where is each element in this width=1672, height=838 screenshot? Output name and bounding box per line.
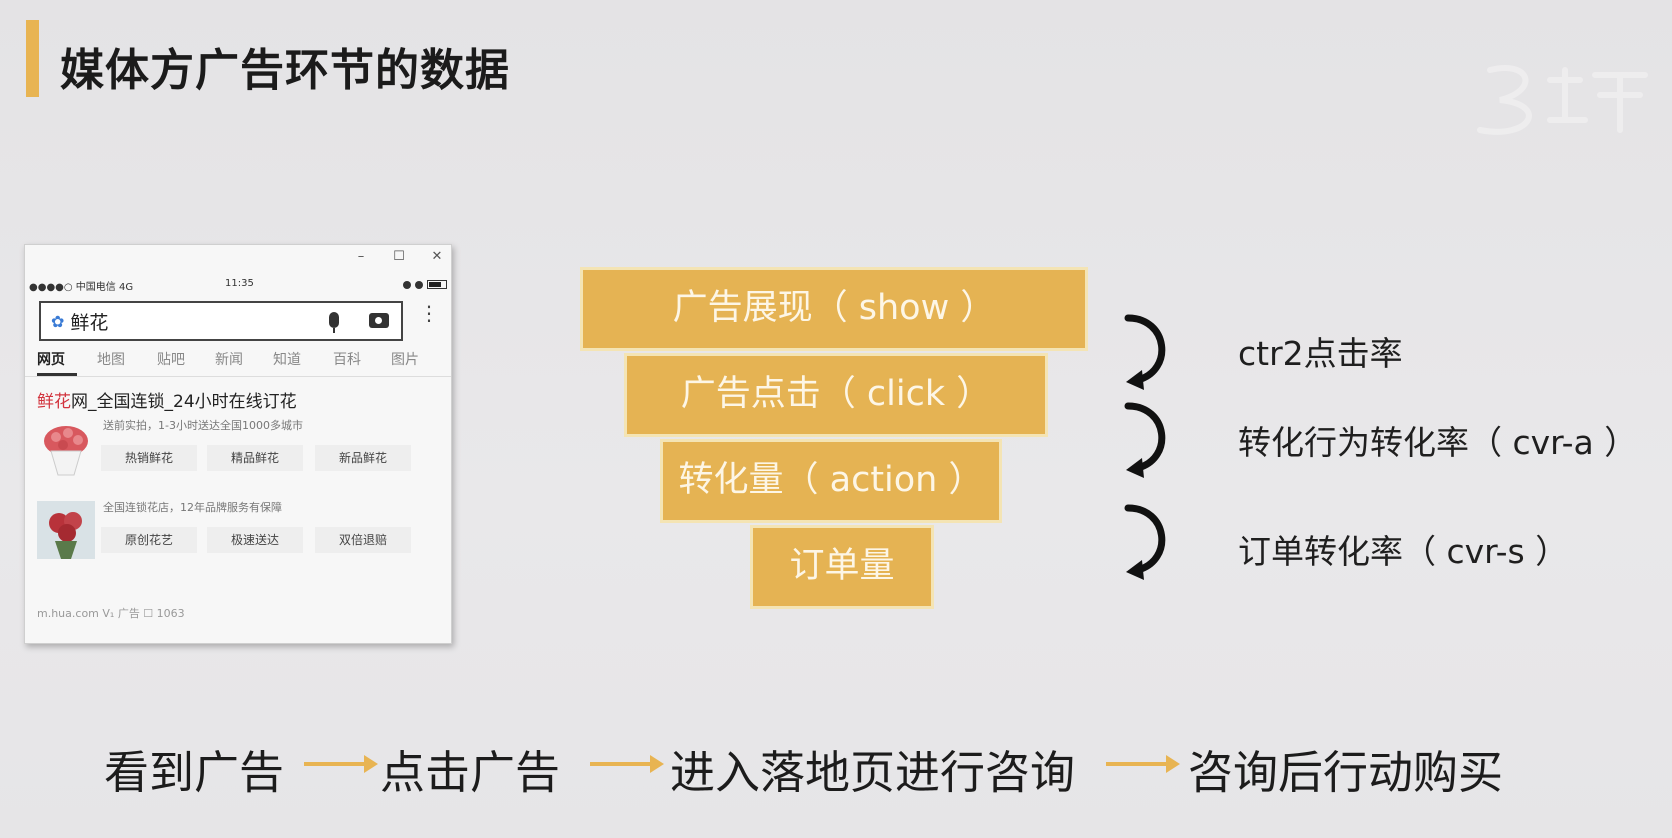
sitelink-chip[interactable]: 新品鲜花 [315,445,411,471]
result-desc-1: 送前实拍，1-3小时送达全国1000多城市 [103,419,303,432]
search-tabs: 网页 地图 贴吧 新闻 知道 百科 图片 [37,349,447,375]
status-bar: ●●●●○ 中国电信 4G 11:35 [29,278,447,294]
slide-title: 媒体方广告环节的数据 [60,45,510,96]
search-result-mockup: – ☐ ✕ ●●●●○ 中国电信 4G 11:35 ✿ 鲜花 ⋮ 网页 地图 贴… [24,244,452,644]
result-title-link[interactable]: 鲜花网_全国连锁_24小时在线订花 [37,387,297,412]
funnel-stage-click: 广告点击（ click ） [624,353,1048,437]
watermark-logo-icon [1477,65,1648,135]
flow-step-see-ad: 看到广告 [104,746,285,799]
curved-arrow-icon [1124,402,1166,478]
flow-step-purchase: 咨询后行动购买 [1188,746,1504,799]
rose-bouquet-image [44,426,88,476]
tab-images[interactable]: 图片 [391,349,419,369]
flow-arrow-icon [304,755,378,773]
tab-map[interactable]: 地图 [97,349,125,369]
rate-ctr: ctr2点击率 [1238,334,1403,373]
tab-news[interactable]: 新闻 [215,349,243,369]
flow-step-landing-page: 进入落地页进行咨询 [670,746,1076,799]
curved-arrow-icon [1124,504,1166,580]
tab-zhidao[interactable]: 知道 [273,349,301,369]
maximize-button[interactable]: ☐ [393,249,405,264]
mic-icon[interactable] [329,312,339,333]
paw-icon: ✿ [51,311,65,331]
location-icon [415,280,423,289]
window-controls: – ☐ ✕ [355,249,443,264]
status-icons [403,280,447,289]
flow-step-click-ad: 点击广告 [380,746,561,799]
flower-shop-image [37,501,95,559]
search-input[interactable]: ✿ 鲜花 [39,301,403,341]
result-title-highlight: 鲜花 [37,392,71,412]
minimize-button[interactable]: – [355,249,367,264]
carrier-label: ●●●●○ 中国电信 4G [29,282,134,293]
flow-arrow-icon [590,755,664,773]
status-time: 11:35 [225,278,254,289]
tab-baike[interactable]: 百科 [333,349,361,369]
camera-icon[interactable] [369,313,389,328]
rate-cvr-s: 订单转化率（ cvr-s ） [1238,532,1569,571]
battery-icon [427,280,447,289]
result-title-text: 网_全国连锁_24小时在线订花 [71,392,297,412]
rate-cvr-a: 转化行为转化率（ cvr-a ） [1238,423,1638,462]
result-meta: m.hua.com V₁ 广告 ☐ 1063 [37,607,185,620]
search-query: 鲜花 [70,311,109,334]
sitelink-chip[interactable]: 热销鲜花 [101,445,197,471]
tab-tieba[interactable]: 贴吧 [157,349,185,369]
tabs-divider [25,376,451,377]
flow-arrow-icon [1106,755,1180,773]
close-button[interactable]: ✕ [431,249,443,264]
title-accent-bar [26,20,39,97]
sitelink-chip[interactable]: 双倍退赔 [315,527,411,553]
curved-arrow-icon [1124,314,1166,390]
kebab-icon[interactable]: ⋮ [419,303,439,323]
result-desc-2: 全国连锁花店，12年品牌服务有保障 [103,501,282,514]
funnel-stage-order: 订单量 [750,525,934,609]
alarm-icon [403,280,411,289]
sitelink-chip[interactable]: 原创花艺 [101,527,197,553]
funnel-stage-action: 转化量（ action ） [660,439,1002,523]
sitelink-chip[interactable]: 极速送达 [207,527,303,553]
tab-web[interactable]: 网页 [37,349,65,369]
sitelink-chip[interactable]: 精品鲜花 [207,445,303,471]
funnel-stage-show: 广告展现（ show ） [580,267,1088,351]
